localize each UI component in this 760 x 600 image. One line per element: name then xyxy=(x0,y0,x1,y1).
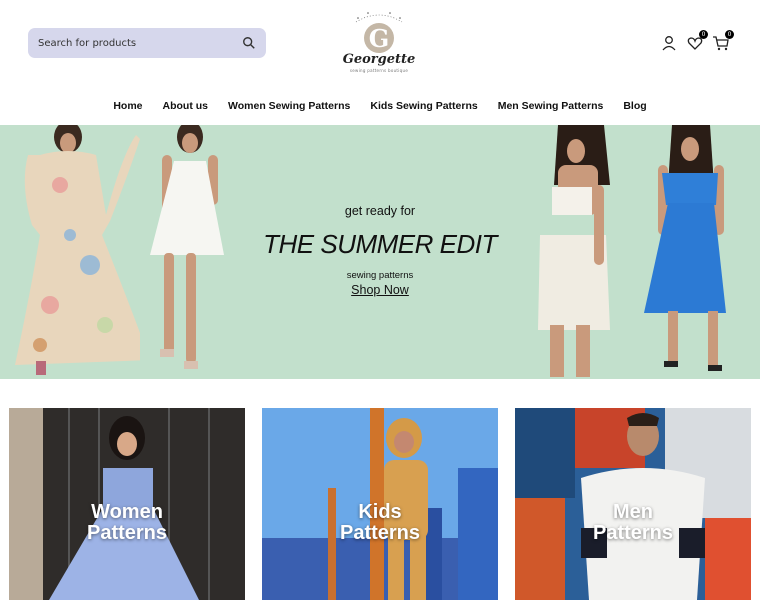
category-card-women[interactable]: Women Patterns xyxy=(9,408,245,600)
category-grid: Women Patterns Kids Patterns Men Pattern… xyxy=(0,408,760,600)
nav-about-us[interactable]: About us xyxy=(163,94,209,118)
header-icons: 0 0 xyxy=(660,30,734,52)
category-card-kids[interactable]: Kids Patterns xyxy=(262,408,498,600)
logo-tagline: sewing patterns boutique xyxy=(349,68,409,73)
hero-subtitle: sewing patterns xyxy=(346,270,414,281)
search-input[interactable] xyxy=(38,37,242,49)
main-nav: Home About us Women Sewing Patterns Kids… xyxy=(0,94,760,118)
search-bar[interactable] xyxy=(28,28,266,58)
hero-banner: get ready for THE SUMMER EDIT sewing pat… xyxy=(0,125,760,379)
nav-blog[interactable]: Blog xyxy=(623,94,646,118)
hero-title: THE SUMMER EDIT xyxy=(263,229,497,259)
nav-men-sewing-patterns[interactable]: Men Sewing Patterns xyxy=(498,94,604,118)
wishlist-count-badge: 0 xyxy=(699,30,708,39)
cart-icon[interactable]: 0 xyxy=(712,30,734,52)
search-icon[interactable] xyxy=(242,36,256,50)
account-icon[interactable] xyxy=(660,34,678,52)
nav-kids-sewing-patterns[interactable]: Kids Sewing Patterns xyxy=(370,94,477,118)
men-category-label: Men Patterns xyxy=(592,501,674,544)
cart-count-badge: 0 xyxy=(725,30,734,39)
kids-category-label: Kids Patterns xyxy=(339,501,421,544)
logo-brand: Georgette xyxy=(342,52,416,67)
nav-women-sewing-patterns[interactable]: Women Sewing Patterns xyxy=(228,94,350,118)
hero-model-white-set-image xyxy=(538,125,610,377)
shop-now-link[interactable]: Shop Now xyxy=(220,283,540,297)
wishlist-icon[interactable]: 0 xyxy=(686,30,708,52)
svg-text:G: G xyxy=(369,24,390,53)
logo-emblem: G xyxy=(355,12,403,53)
women-category-label: Women Patterns xyxy=(86,501,168,544)
hero-model-blue-dress-image xyxy=(644,125,726,371)
nav-home[interactable]: Home xyxy=(113,94,142,118)
hero-pretitle: get ready for xyxy=(344,204,416,218)
site-header: G Georgette sewing patterns boutique 0 0 xyxy=(0,0,760,90)
category-card-men[interactable]: Men Patterns xyxy=(515,408,751,600)
site-logo[interactable]: G Georgette sewing patterns boutique xyxy=(338,8,420,76)
hero-model-floral-dress-image xyxy=(15,125,140,375)
